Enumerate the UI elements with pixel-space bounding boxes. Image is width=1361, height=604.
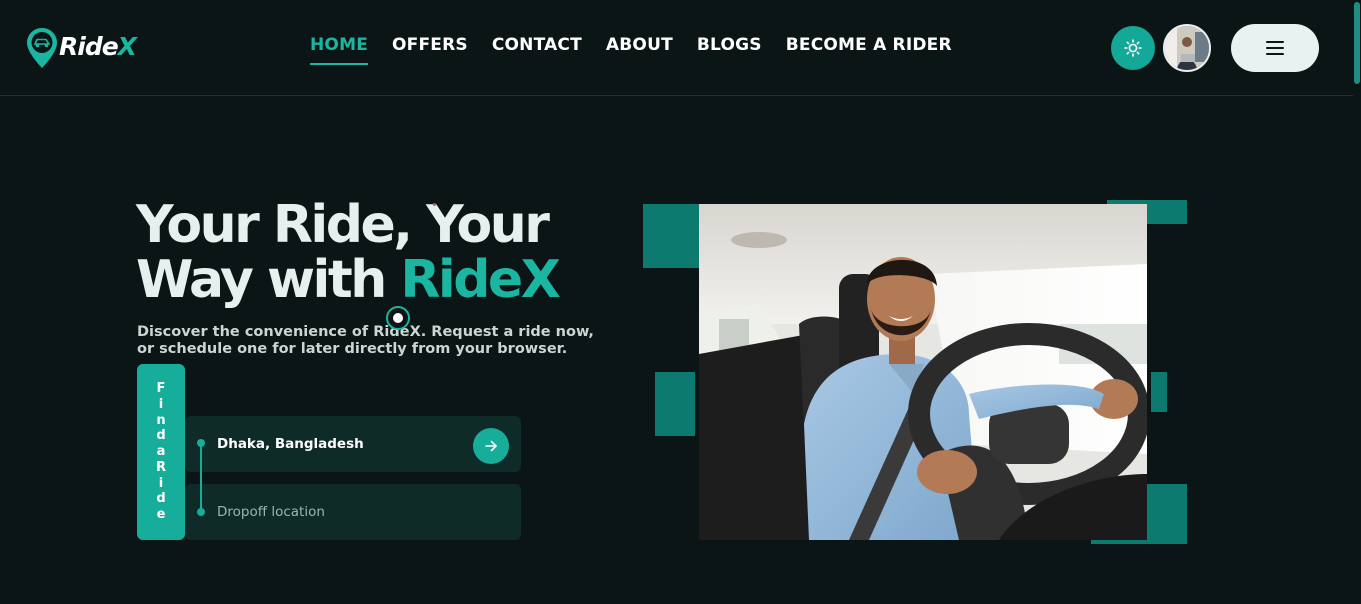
hamburger-icon <box>1266 41 1284 55</box>
search-ride-button[interactable] <box>473 428 509 464</box>
dropoff-dot <box>197 508 205 516</box>
decorative-block <box>1151 372 1167 412</box>
page-scrollbar[interactable] <box>1353 0 1361 604</box>
menu-toggle-button[interactable] <box>1231 24 1319 72</box>
nav-link-offers[interactable]: OFFERS <box>392 35 468 65</box>
cursor-ring-icon <box>386 306 410 330</box>
nav-link-blogs[interactable]: BLOGS <box>697 35 762 65</box>
top-navbar: RideX HOME OFFERS CONTACT ABOUT BLOGS BE… <box>0 0 1361 96</box>
hero-title-line2: Way with <box>136 250 401 310</box>
sun-icon <box>1124 39 1142 57</box>
scrollbar-thumb[interactable] <box>1354 2 1360 84</box>
pickup-location-field[interactable]: Dhaka, Bangladesh <box>185 416 521 472</box>
decorative-block <box>655 372 695 436</box>
nav-link-become-a-rider[interactable]: BECOME A RIDER <box>786 35 952 65</box>
nav-link-home[interactable]: HOME <box>310 35 369 65</box>
dropoff-location-field[interactable]: Dropoff location <box>185 484 521 540</box>
arrow-right-icon <box>485 440 497 452</box>
nav-link-about[interactable]: ABOUT <box>606 35 673 65</box>
nav-link-contact[interactable]: CONTACT <box>492 35 582 65</box>
hero-title-accent: RideX <box>400 250 560 310</box>
decorative-block <box>643 204 699 268</box>
hero-title-line1: Your Ride, Your <box>136 195 550 255</box>
driver-hero-image <box>699 204 1147 540</box>
find-a-ride-tab[interactable]: FindaRide <box>137 364 185 540</box>
hero-subtitle: Discover the convenience of RideX. Reque… <box>137 324 594 357</box>
pickup-location-value[interactable]: Dhaka, Bangladesh <box>217 436 364 452</box>
ridex-logo[interactable]: RideX <box>26 27 137 69</box>
find-a-ride-label: FindaRide <box>155 381 166 522</box>
logo-text-accent: X <box>117 31 137 61</box>
decorative-dot <box>433 203 436 206</box>
main-menu: HOME OFFERS CONTACT ABOUT BLOGS BECOME A… <box>310 35 976 65</box>
logo-text-main: Ride <box>59 31 119 61</box>
dropoff-location-placeholder[interactable]: Dropoff location <box>217 504 325 520</box>
location-pin-icon <box>26 27 58 69</box>
theme-toggle-button[interactable] <box>1111 26 1155 70</box>
pickup-dot <box>197 439 205 447</box>
logo-wordmark: RideX <box>59 31 137 61</box>
hero-title: Your Ride, Your Way with RideX <box>136 198 606 308</box>
user-avatar[interactable] <box>1163 24 1211 72</box>
route-connector-line <box>200 443 202 513</box>
